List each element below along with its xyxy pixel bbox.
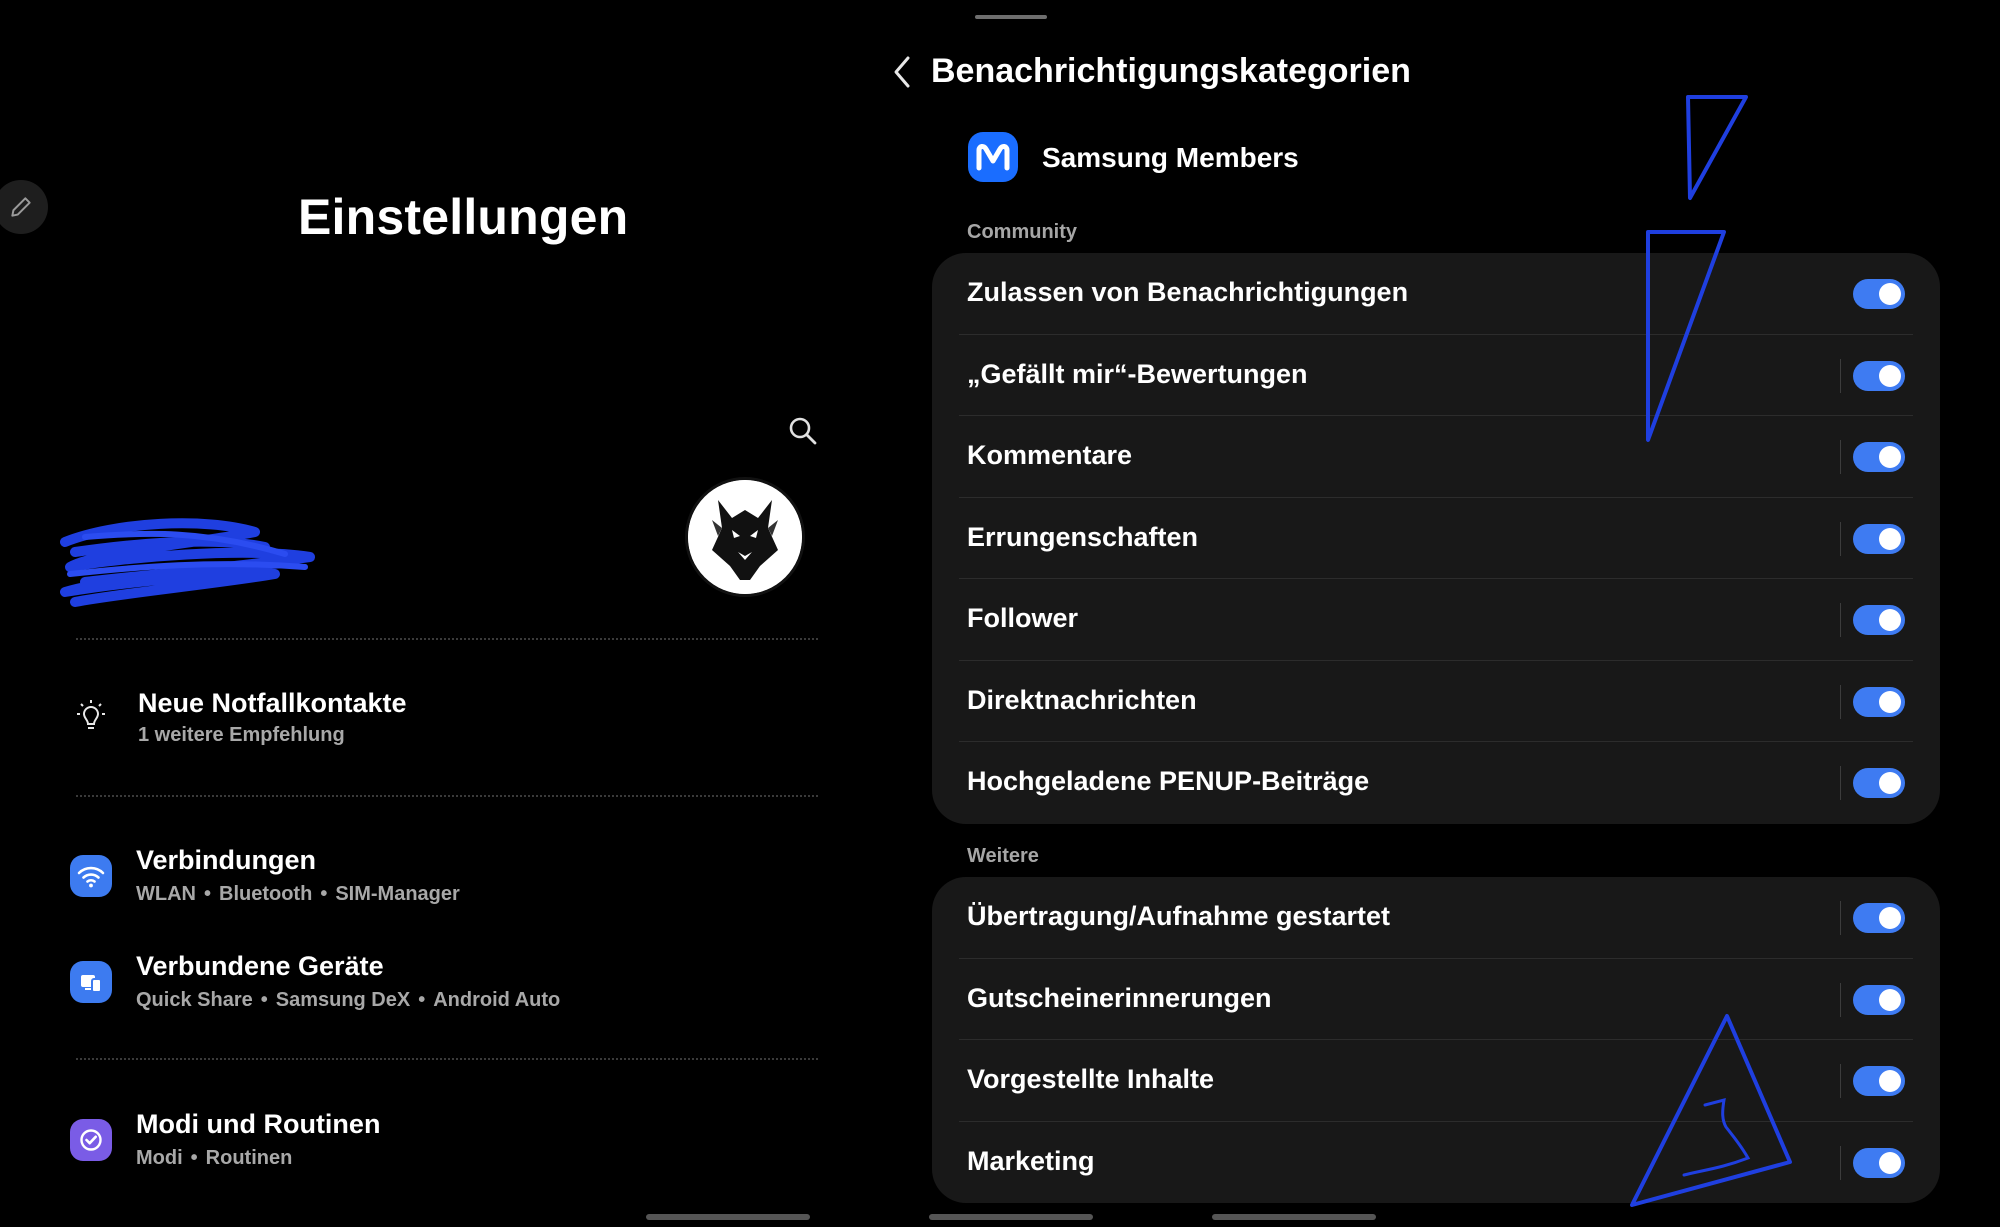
- pencil-icon: [11, 197, 31, 217]
- toggle-row-label: Errungenschaften: [967, 521, 1199, 552]
- profile-avatar[interactable]: [688, 480, 802, 594]
- suggestion-subtitle: 1 weitere Empfehlung: [138, 724, 345, 746]
- toggle-row[interactable]: Direktnachrichten: [932, 661, 1940, 742]
- menu-item-subtitle: Quick Share • Samsung DeX • Android Auto: [136, 989, 561, 1011]
- toggle-row-label: Marketing: [967, 1145, 1095, 1176]
- wolf-avatar-icon: [688, 480, 802, 594]
- toggle-switch[interactable]: [1853, 605, 1905, 635]
- nav-handle-center[interactable]: [929, 1214, 1093, 1220]
- menu-item-connected-devices[interactable]: Verbundene Geräte Quick Share • Samsung De…: [0, 951, 880, 1031]
- toggle-row-label: Hochgeladene PENUP-Beiträge: [967, 766, 1370, 796]
- menu-item-subtitle: Modi • Routinen: [136, 1147, 293, 1169]
- redaction-scribble: [60, 518, 315, 607]
- toggle-row[interactable]: Zulassen von Benachrichtigungen: [932, 253, 1940, 335]
- toggle-switch[interactable]: [1853, 523, 1905, 554]
- toggle-row[interactable]: Marketing: [932, 1122, 1940, 1204]
- toggle-switch[interactable]: [1853, 279, 1905, 309]
- notification-categories-pane: Benachrichtigungskategorien Samsung Memb…: [880, 0, 2000, 1227]
- devices-icon: [70, 961, 112, 1003]
- lightbulb-icon: [70, 696, 112, 738]
- section-label-community: Community: [967, 221, 1077, 243]
- back-button[interactable]: [886, 50, 922, 94]
- toggle-row[interactable]: Vorgestellte Inhalte: [932, 1040, 1940, 1122]
- settings-card-community: Zulassen von Benachrichtigungen „Gefällt…: [932, 253, 1940, 824]
- toggle-row[interactable]: Follower: [932, 579, 1940, 661]
- app-name: Samsung Members: [1042, 142, 1299, 173]
- nav-handle-left[interactable]: [646, 1214, 810, 1220]
- pane-drag-handle[interactable]: [975, 15, 1047, 19]
- settings-card-more: Übertragung/Aufnahme gestartet Gutschein…: [932, 877, 1940, 1203]
- section-label-more: Weitere: [967, 845, 1039, 867]
- divider: [76, 795, 818, 797]
- toggle-row-label: Zulassen von Benachrichtigungen: [967, 277, 1409, 307]
- check-circle-icon: [70, 1119, 112, 1161]
- samsung-members-app-icon: [968, 132, 1018, 182]
- menu-item-title: Verbindungen: [136, 845, 317, 875]
- toggle-row-label: Kommentare: [967, 440, 1133, 470]
- menu-item-modes-routines[interactable]: Modi und Routinen Modi • Routinen: [0, 1109, 880, 1189]
- toggle-row[interactable]: „Gefällt mir“-Bewertungen: [932, 335, 1940, 416]
- toggle-row-label: Gutscheinerinnerungen: [967, 982, 1272, 1013]
- toggle-row[interactable]: Hochgeladene PENUP-Beiträge: [932, 742, 1940, 824]
- toggle-switch[interactable]: [1853, 1147, 1905, 1178]
- toggle-row[interactable]: Kommentare: [932, 416, 1940, 498]
- search-icon: [789, 417, 817, 445]
- settings-pane: Einstellungen Neue Notfallkontakte 1 wei…: [0, 0, 880, 1227]
- divider: [76, 1058, 818, 1060]
- toggle-row-label: Vorgestellte Inhalte: [967, 1064, 1215, 1094]
- toggle-switch[interactable]: [1853, 686, 1905, 717]
- toggle-row[interactable]: Gutscheinerinnerungen: [932, 959, 1940, 1040]
- toggle-switch[interactable]: [1853, 984, 1905, 1015]
- menu-item-title: Modi und Routinen: [136, 1109, 381, 1139]
- edit-button[interactable]: [0, 180, 48, 234]
- search-button[interactable]: [786, 414, 820, 448]
- toggle-row-label: „Gefällt mir“-Bewertungen: [967, 358, 1308, 389]
- menu-item-title: Verbundene Geräte: [136, 951, 384, 981]
- toggle-row-label: Follower: [967, 603, 1079, 633]
- menu-item-subtitle: WLAN • Bluetooth • SIM-Manager: [136, 883, 460, 905]
- page-title: Einstellungen: [298, 189, 629, 245]
- toggle-switch[interactable]: [1853, 442, 1905, 472]
- toggle-switch[interactable]: [1853, 1066, 1905, 1096]
- toggle-row[interactable]: Errungenschaften: [932, 498, 1940, 579]
- toggle-switch[interactable]: [1853, 903, 1905, 933]
- toggle-switch[interactable]: [1853, 768, 1905, 798]
- suggestion-title: Neue Notfallkontakte: [138, 688, 407, 718]
- toggle-row[interactable]: Übertragung/Aufnahme gestartet: [932, 877, 1940, 959]
- toggle-row-label: Direktnachrichten: [967, 684, 1197, 715]
- toggle-switch[interactable]: [1853, 360, 1905, 391]
- toggle-row-label: Übertragung/Aufnahme gestartet: [967, 901, 1391, 931]
- suggestion-emergency-contacts[interactable]: Neue Notfallkontakte 1 weitere Empfehlun…: [0, 686, 880, 766]
- divider: [76, 638, 818, 640]
- nav-handle-right[interactable]: [1212, 1214, 1376, 1220]
- chevron-left-icon: [894, 56, 910, 88]
- page-title: Benachrichtigungskategorien: [931, 52, 1411, 90]
- wifi-icon: [70, 855, 112, 897]
- menu-item-connections[interactable]: Verbindungen WLAN • Bluetooth • SIM-Manager: [0, 845, 880, 925]
